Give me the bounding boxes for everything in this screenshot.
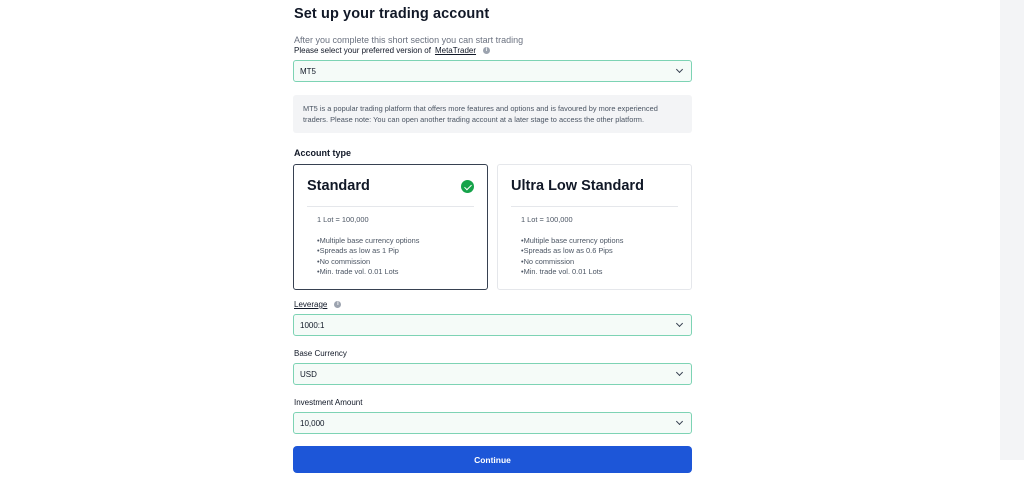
investment-amount-label-text: Investment Amount [294,398,363,407]
page-title: Set up your trading account [294,6,490,22]
page-subtitle: After you complete this short section yo… [294,35,524,45]
account-card-features: •Multiple base currency options •Spreads… [317,236,419,277]
page-corner [1000,460,1024,488]
account-card-ultra-low-standard[interactable]: Ultra Low Standard 1 Lot = 100,000 •Mult… [497,164,692,290]
feature-item: •Min. trade vol. 0.01 Lots [317,266,399,276]
leverage-select[interactable]: 1000:1 [293,314,692,336]
chevron-down-icon [675,368,684,377]
leverage-label: Leverage i [294,300,342,309]
metatrader-note: MT5 is a popular trading platform that o… [293,95,692,133]
feature-item: •No commission [521,256,575,266]
feature-item: •Spreads as low as 1 Pip [317,246,399,256]
card-divider [511,206,678,207]
card-divider [307,206,474,207]
feature-item: •Multiple base currency options [317,236,420,245]
base-currency-label: Base Currency [294,349,347,358]
metatrader-link[interactable]: MetaTrader [435,46,476,55]
account-card-lot: 1 Lot = 100,000 [317,215,369,224]
account-type-title: Account type [294,148,352,158]
check-circle-icon [461,180,474,193]
account-card-standard[interactable]: Standard 1 Lot = 100,000 •Multiple base … [293,164,488,290]
account-card-features: •Multiple base currency options •Spreads… [521,236,623,277]
info-icon[interactable]: i [483,47,491,54]
chevron-down-icon [675,319,684,328]
info-icon[interactable]: i [334,301,342,308]
metatrader-select[interactable]: MT5 [293,60,692,82]
feature-item: •Spreads as low as 0.6 Pips [521,246,613,256]
chevron-down-icon [675,65,684,74]
investment-amount-label: Investment Amount [294,398,362,407]
feature-item: •Multiple base currency options [521,236,624,245]
account-card-lot: 1 Lot = 100,000 [521,215,573,224]
metatrader-label: Please select your preferred version of … [294,46,491,55]
investment-amount-value: 10,000 [300,418,325,428]
investment-amount-select[interactable]: 10,000 [293,412,692,434]
base-currency-value: USD [300,369,317,379]
feature-item: •Min. trade vol. 0.01 Lots [521,266,603,276]
leverage-value: 1000:1 [300,320,325,330]
chevron-down-icon [675,417,684,426]
account-card-name: Standard [307,178,370,194]
feature-item: •No commission [317,256,371,266]
metatrader-label-text: Please select your preferred version of [294,46,431,55]
continue-button[interactable]: Continue [293,446,692,473]
leverage-link[interactable]: Leverage [294,300,327,309]
base-currency-label-text: Base Currency [294,349,347,358]
metatrader-value: MT5 [300,66,316,76]
account-card-name: Ultra Low Standard [511,178,644,194]
base-currency-select[interactable]: USD [293,363,692,385]
